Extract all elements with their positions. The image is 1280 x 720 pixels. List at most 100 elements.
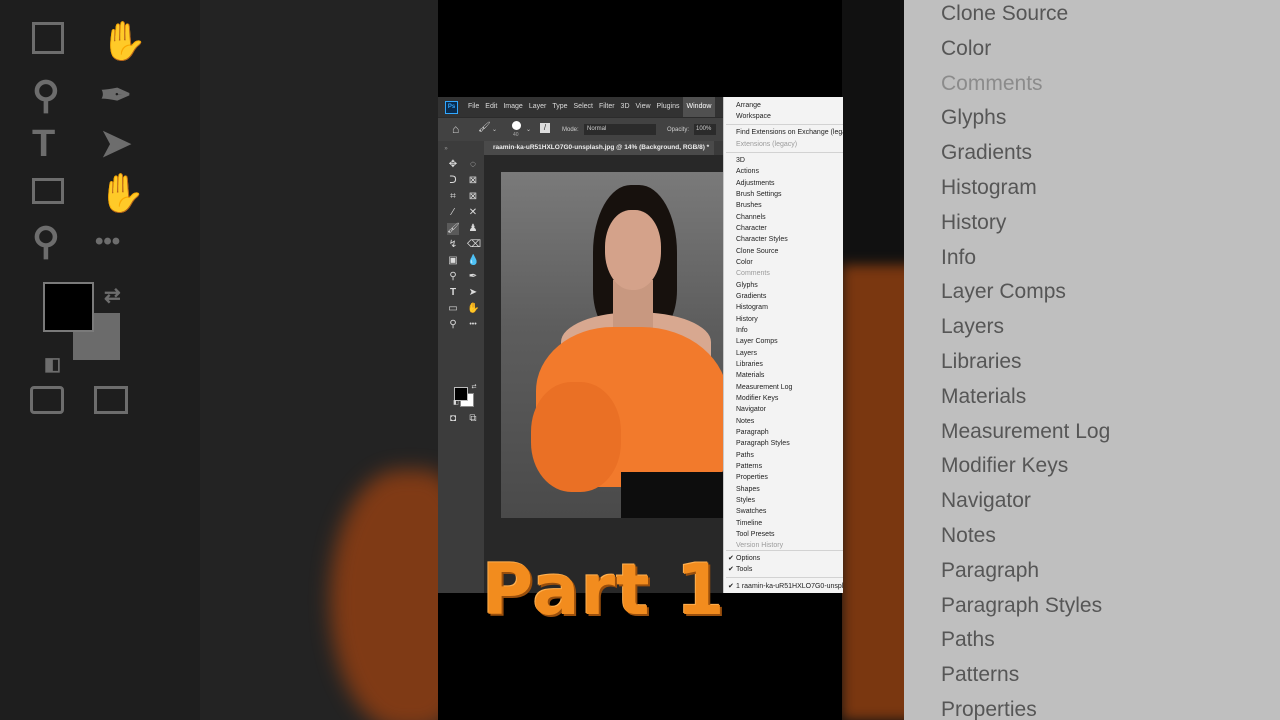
window-menu-item-adjustments[interactable]: Adjustments [736,179,775,188]
window-menu-item-gradients[interactable]: Gradients [736,292,766,301]
window-menu-item-actions[interactable]: Actions [736,167,759,176]
path-select-tool-icon[interactable]: ➤ [467,287,479,299]
window-menu-item-navigator[interactable]: Navigator [736,405,766,414]
window-menu-item-paragraph-styles[interactable]: Paragraph Styles [736,439,790,448]
window-menu-item-notes[interactable]: Notes [736,417,754,426]
opacity-input[interactable]: 100% [694,124,716,135]
menu-edit[interactable]: Edit [482,97,500,117]
window-menu-item-layer-comps[interactable]: Layer Comps [736,337,778,346]
mode-label: Mode: [562,127,579,133]
window-menu-item-character-styles[interactable]: Character Styles [736,235,788,244]
blurred-menu-item-libraries: Libraries [941,350,1022,373]
window-menu-item-swatches[interactable]: Swatches [736,507,766,516]
blur-tool-icon[interactable]: 💧 [467,255,479,267]
window-menu-item-paragraph[interactable]: Paragraph [736,428,769,437]
stamp-tool-icon[interactable]: ♟ [467,223,479,235]
menu-separator [726,577,843,578]
window-menu-item-patterns[interactable]: Patterns [736,462,762,471]
magnifier-icon: ⚲ [32,221,60,263]
frame-tool-icon[interactable]: ⊠ [467,191,479,203]
window-menu-item-timeline[interactable]: Timeline [736,519,762,528]
blurred-menu-item-layers: Layers [941,315,1005,339]
blurred-menu-item-notes: Notes [941,524,996,547]
window-menu-item-modifier-keys[interactable]: Modifier Keys [736,394,778,403]
type-icon: T [32,123,56,165]
default-colors-icon[interactable]: ◧ [450,397,462,409]
canvas-area[interactable] [484,155,728,593]
hand-tool-icon[interactable]: ✋ [467,303,479,315]
window-menu-item-clone-source[interactable]: Clone Source [736,247,778,256]
healing-tool-icon[interactable]: ✕ [467,207,479,219]
window-menu-item-history[interactable]: History [736,315,758,324]
tool-preset-chevron-icon[interactable]: ⌄ [492,124,497,136]
eyedropper-tool-icon[interactable]: ⁄ [447,207,459,219]
blurred-menu-item-histogram: Histogram [941,176,1037,199]
window-menu-item-channels[interactable]: Channels [736,213,766,222]
menu-file[interactable]: File [465,97,482,117]
window-menu-item-color[interactable]: Color [736,258,753,267]
window-menu-item-libraries[interactable]: Libraries [736,360,763,369]
menu-separator [726,152,843,153]
zoom-circle-icon: ⚲ [32,75,60,117]
menu-select[interactable]: Select [571,97,596,117]
window-menu-item-histogram[interactable]: Histogram [736,303,768,312]
dodge-tool-icon[interactable]: ⚲ [447,271,459,283]
history-brush-tool-icon[interactable]: ↯ [447,239,459,251]
home-icon[interactable]: ⌂ [452,123,459,135]
window-menu-item-character[interactable]: Character [736,224,767,233]
window-menu-item-layers[interactable]: Layers [736,349,757,358]
menu-type[interactable]: Type [549,97,570,117]
brush-preview-icon[interactable] [512,121,521,130]
menu-filter[interactable]: Filter [596,97,618,117]
panel-collapse-icon[interactable]: » [440,143,452,155]
document-tab[interactable]: raamin-ka-uR51HXLO7G0-unsplash.jpg @ 14%… [484,141,715,155]
zoom-tool-icon[interactable]: ⚲ [447,319,459,331]
blurred-menu-item-paragraph-styles: Paragraph Styles [941,593,1103,617]
menu-plugins[interactable]: Plugins [654,97,683,117]
window-menu-item-paths[interactable]: Paths [736,451,754,460]
window-menu-item-info[interactable]: Info [736,326,748,335]
brush-chevron-icon[interactable]: ⌄ [526,124,531,136]
mode-select[interactable]: Normal [584,124,656,135]
brush-tool-icon[interactable]: 🖌 [447,223,460,235]
swap-colors-icon[interactable]: ⇄ [468,381,480,393]
edit-toolbar-icon[interactable]: ••• [467,319,479,331]
crop-tool-icon[interactable]: ⌗ [447,191,459,203]
window-menu-item-arrange[interactable]: Arrange [736,101,761,110]
lasso-tool-icon[interactable]: ᑐ [447,175,459,187]
window-menu-item-1-raamin-ka-ur51hxlo7g0-unsplash-jpg[interactable]: 1 raamin-ka-uR51HXLO7G0-unsplash.jpg [736,582,843,591]
window-menu-item-glyphs[interactable]: Glyphs [736,281,758,290]
type-tool-icon[interactable]: T [447,287,459,299]
window-menu-item-tool-presets[interactable]: Tool Presets [736,530,775,539]
window-menu-item-properties[interactable]: Properties [736,473,768,482]
pen-tool-icon[interactable]: ✒ [467,271,479,283]
window-menu-item-measurement-log[interactable]: Measurement Log [736,383,792,392]
rectangle-tool-icon[interactable]: ▭ [447,303,459,315]
screen-mode-icon[interactable]: ⧉ [467,413,479,425]
menu-window[interactable]: Window [682,97,716,117]
menu-layer[interactable]: Layer [526,97,550,117]
marquee-tool-icon[interactable]: ◌ [467,159,479,171]
window-menu-item-shapes[interactable]: Shapes [736,485,760,494]
move-tool-icon[interactable]: ✥ [447,159,459,171]
object-select-tool-icon[interactable]: ⊠ [467,175,479,187]
window-menu-item-find-extensions-on-exchange-legacy[interactable]: Find Extensions on Exchange (legacy) [736,128,843,137]
menu-3d[interactable]: 3D [618,97,633,117]
window-menu-item-materials[interactable]: Materials [736,371,764,380]
brush-panel-icon[interactable]: / [540,123,550,133]
options-bar: ⌂ 🖌 ⌄ 40 ⌄ / Mode: Normal Opacity: 100% [438,117,728,142]
gradient-tool-icon[interactable]: ▣ [447,255,459,267]
quick-mask-icon[interactable]: ◘ [447,413,459,425]
brush-tool-icon[interactable]: 🖌 [478,122,491,134]
blurred-menu-item-info: Info [941,245,977,269]
window-menu-item-brush-settings[interactable]: Brush Settings [736,190,782,199]
window-menu-item-styles[interactable]: Styles [736,496,755,505]
window-menu-item-workspace[interactable]: Workspace [736,112,771,121]
menu-image[interactable]: Image [500,97,525,117]
eraser-tool-icon[interactable]: ⌫ [467,239,481,251]
menu-view[interactable]: View [633,97,654,117]
document-tab-title: raamin-ka-uR51HXLO7G0-unsplash.jpg @ 14%… [493,144,710,151]
window-menu-item-brushes[interactable]: Brushes [736,201,762,210]
window-menu-item-3d[interactable]: 3D [736,156,745,165]
blurred-menu-item-patterns: Patterns [941,663,1020,687]
